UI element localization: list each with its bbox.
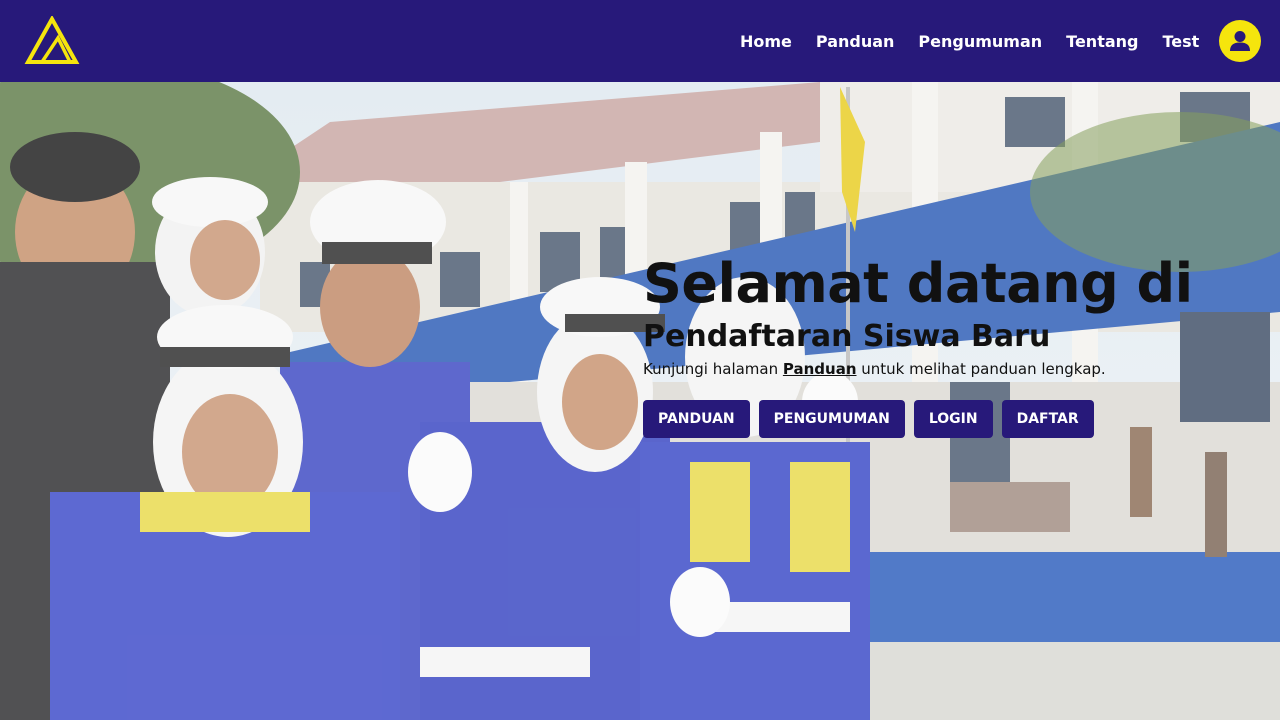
- triangle-logo-icon[interactable]: [24, 14, 80, 66]
- panduan-inline-link[interactable]: Panduan: [783, 360, 857, 378]
- hero-content: Selamat datang di Pendaftaran Siswa Baru…: [643, 252, 1263, 438]
- hero-desc-after: untuk melihat panduan lengkap.: [856, 360, 1106, 378]
- nav-pengumuman-link[interactable]: Pengumuman: [918, 32, 1042, 51]
- hero-buttons: PANDUAN PENGUMUMAN LOGIN DAFTAR: [643, 400, 1263, 438]
- hero-subtitle: Pendaftaran Siswa Baru: [643, 319, 1051, 354]
- panduan-button[interactable]: PANDUAN: [643, 400, 750, 438]
- pengumuman-button[interactable]: PENGUMUMAN: [758, 400, 905, 438]
- hero-desc-before: Kunjungi halaman: [643, 360, 783, 378]
- daftar-button[interactable]: DAFTAR: [1001, 400, 1094, 438]
- hero-section: Selamat datang di Pendaftaran Siswa Baru…: [0, 82, 1280, 720]
- login-button[interactable]: LOGIN: [913, 400, 993, 438]
- nav-home-link[interactable]: Home: [740, 32, 792, 51]
- hero-description: Kunjungi halaman Panduan untuk melihat p…: [643, 360, 1263, 378]
- hero-title: Selamat datang di: [643, 252, 1193, 315]
- nav-tentang-link[interactable]: Tentang: [1066, 32, 1138, 51]
- nav-menu: Home Panduan Pengumuman Tentang Test: [740, 0, 1223, 82]
- account-button[interactable]: [1219, 20, 1261, 62]
- nav-test-link[interactable]: Test: [1162, 32, 1199, 51]
- nav-panduan-link[interactable]: Panduan: [816, 32, 895, 51]
- user-icon: [1230, 31, 1250, 51]
- navbar: Home Panduan Pengumuman Tentang Test: [0, 0, 1280, 82]
